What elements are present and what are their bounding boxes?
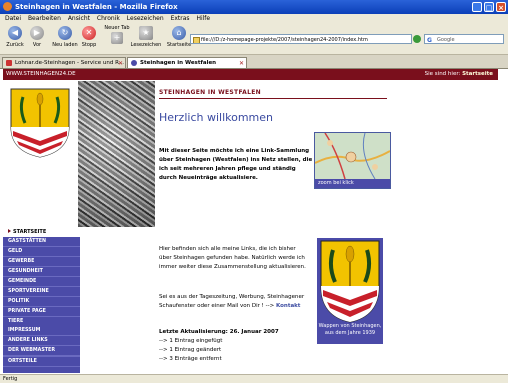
menu-hilfe[interactable]: Hilfe	[196, 14, 210, 24]
tab-lohnar[interactable]: Lohnar.de-Steinhagen - Service und R... …	[2, 57, 126, 68]
sidebar-item-politik[interactable]: POLITIK	[3, 297, 80, 307]
breadcrumb-current[interactable]: Startseite	[462, 71, 493, 77]
contact-link[interactable]: Kontakt	[276, 303, 301, 309]
window-title: Steinhagen in Westfalen - Mozilla Firefo…	[15, 3, 178, 11]
sidebar-item-gesundheit[interactable]: GESUNDHEIT	[3, 267, 80, 277]
home-label: Startseite	[166, 42, 192, 48]
update-line: --> 1 Eintrag eingefügt	[159, 338, 223, 344]
sidebar-item-geld[interactable]: GELD	[3, 247, 80, 257]
crest-caption: Wappen von Steinhagen, aus dem Jahre 193…	[317, 323, 383, 344]
new-tab-button[interactable]: Neuer Tab +	[104, 25, 130, 46]
sidebar-item-private-page[interactable]: PRIVATE PAGE	[3, 307, 80, 317]
menubar: Datei Bearbeiten Ansicht Chronik Lesezei…	[0, 14, 508, 24]
site-domain: WWW.STEINHAGEN24.DE	[6, 71, 76, 77]
sidebar-item-gaststaetten[interactable]: GASTSTÄTTEN	[3, 237, 80, 247]
page-icon	[193, 37, 200, 43]
star-icon: ★	[139, 26, 153, 40]
close-tab-icon[interactable]: ✕	[118, 58, 123, 68]
navigation-toolbar: ◀ Zurück ▶ Vor ↻ Neu laden ✕ Stopp Neuer…	[0, 24, 508, 55]
status-bar: Fertig	[0, 374, 508, 383]
town-aerial-photo	[78, 81, 155, 227]
forward-button[interactable]: ▶ Vor	[24, 26, 50, 48]
tab-label: Lohnar.de-Steinhagen - Service und R...	[15, 60, 124, 66]
menu-extras[interactable]: Extras	[171, 14, 190, 24]
sidebar-item-sportvereine[interactable]: SPORTVEREINE	[3, 287, 80, 297]
sidebar-item-startseite[interactable]: STARTSEITE	[3, 227, 80, 237]
go-button[interactable]	[413, 35, 421, 43]
google-icon: G	[427, 37, 432, 44]
home-button[interactable]: ⌂ Startseite	[166, 26, 192, 48]
crest-1939-image	[317, 238, 383, 324]
coat-of-arms-image	[10, 88, 70, 158]
update-line: --> 3 Einträge entfernt	[159, 356, 222, 362]
forward-label: Vor	[32, 42, 42, 48]
sidebar-item-andere-links[interactable]: ANDERE LINKS	[3, 336, 80, 346]
intro-text: Mit dieser Seite möchte ich eine Link-Sa…	[159, 148, 313, 181]
favicon	[6, 60, 12, 66]
reload-icon: ↻	[58, 26, 72, 40]
reload-label: Neu laden	[52, 42, 78, 48]
breadcrumb-prefix: Sie sind hier:	[424, 71, 461, 77]
update-info: Letzte Aktualisierung: 26. Januar 2007 -…	[159, 328, 309, 364]
new-tab-label: Neuer Tab	[104, 25, 130, 31]
firefox-icon	[3, 2, 12, 11]
sidebar-item-ortsteile[interactable]: ORTSTEILE	[3, 357, 80, 367]
bookmarks-label: Lesezeichen	[130, 42, 162, 48]
forward-arrow-icon: ▶	[30, 26, 44, 40]
stop-icon: ✕	[82, 26, 96, 40]
menu-ansicht[interactable]: Ansicht	[68, 14, 90, 24]
home-icon: ⌂	[172, 26, 186, 40]
close-tab-icon[interactable]: ✕	[239, 58, 244, 68]
new-tab-icon: +	[111, 32, 123, 44]
map-caption: zoom bei klick	[315, 179, 390, 188]
stop-button[interactable]: ✕ Stopp	[76, 26, 102, 48]
menu-chronik[interactable]: Chronik	[97, 14, 120, 24]
close-window-button[interactable]: ×	[496, 2, 506, 12]
menu-datei[interactable]: Datei	[5, 14, 21, 24]
stop-label: Stopp	[81, 42, 97, 48]
reload-button[interactable]: ↻ Neu laden	[52, 26, 78, 48]
tab-steinhagen[interactable]: Steinhagen in Westfalen ✕	[127, 57, 247, 68]
map-thumbnail[interactable]: zoom bei klick	[314, 132, 391, 189]
maximize-button[interactable]: □	[484, 2, 494, 12]
url-text: file:///D:/z-homepage-projekte/2007/stei…	[201, 37, 368, 43]
update-title: Letzte Aktualisierung: 26. Januar 2007	[159, 329, 279, 335]
map-image	[315, 133, 390, 180]
search-input[interactable]: G Google	[424, 34, 504, 44]
welcome-heading: Herzlich willkommen	[159, 111, 274, 124]
back-label: Zurück	[6, 42, 24, 48]
breadcrumb: Sie sind hier: Startseite	[425, 69, 493, 80]
tab-label: Steinhagen in Westfalen	[140, 60, 217, 66]
sidebar-item-impressum[interactable]: IMPRESSUM	[3, 326, 80, 336]
menu-lesezeichen[interactable]: Lesezeichen	[127, 14, 164, 24]
back-arrow-icon: ◀	[8, 26, 22, 40]
favicon	[131, 60, 137, 66]
page-content: WWW.STEINHAGEN24.DE Sie sind hier: Start…	[3, 69, 502, 373]
update-line: --> 1 Eintrag geändert	[159, 347, 222, 353]
menu-bearbeiten[interactable]: Bearbeiten	[28, 14, 61, 24]
sources-paragraph: Sei es aus der Tageszeitung, Werbung, St…	[159, 293, 309, 311]
minimize-button[interactable]: _	[472, 2, 482, 12]
section-title: STEINHAGEN IN WESTFALEN	[159, 89, 387, 99]
site-header: WWW.STEINHAGEN24.DE Sie sind hier: Start…	[3, 69, 498, 80]
bookmarks-button[interactable]: ★ Lesezeichen	[130, 26, 162, 48]
main-content: STEINHAGEN IN WESTFALEN Herzlich willkom…	[159, 81, 499, 373]
sidebar-item-gewerbe[interactable]: GEWERBE	[3, 257, 80, 267]
url-bar[interactable]: file:///D:/z-homepage-projekte/2007/stei…	[190, 34, 412, 44]
crest-1939-box[interactable]: Wappen von Steinhagen, aus dem Jahre 193…	[317, 238, 383, 344]
links-description: Hier befinden sich alle meine Links, die…	[159, 246, 306, 270]
search-placeholder: Google	[437, 37, 455, 43]
tab-strip: Lohnar.de-Steinhagen - Service und R... …	[0, 55, 508, 69]
sidebar-item-gemeinde[interactable]: GEMEINDE	[3, 277, 80, 287]
sidebar-item-webmaster[interactable]: DER WEBMASTER	[3, 346, 80, 356]
window-titlebar: Steinhagen in Westfalen - Mozilla Firefo…	[0, 0, 508, 14]
